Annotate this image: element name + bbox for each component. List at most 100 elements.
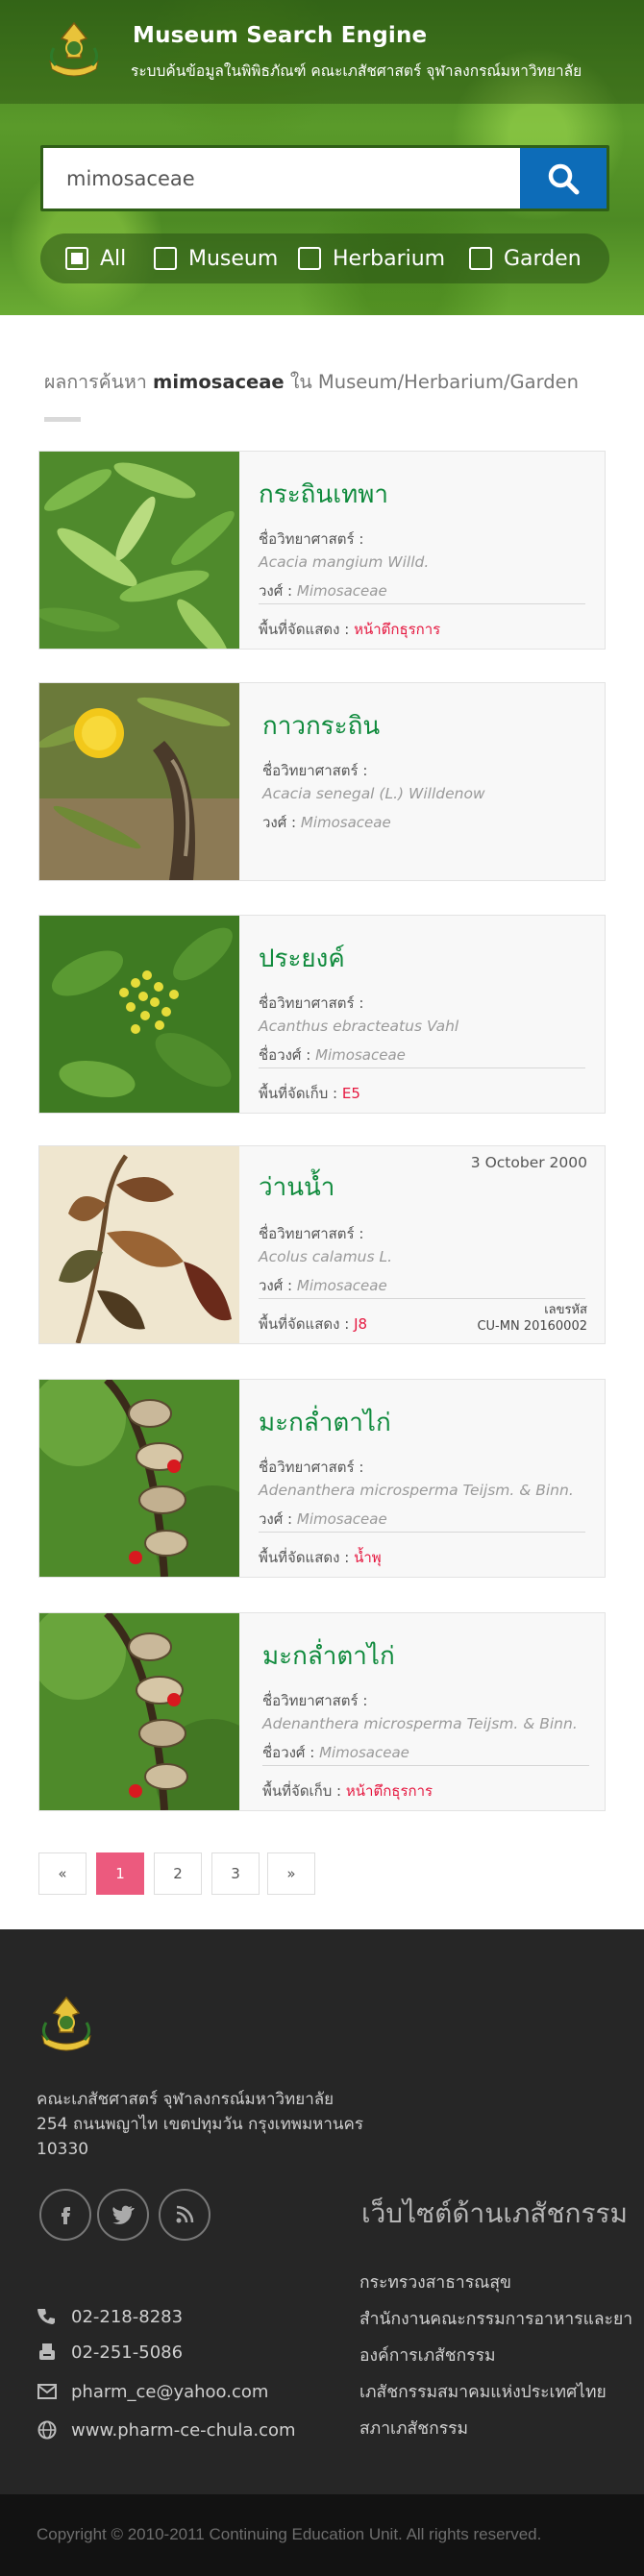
result-card[interactable]: 3 October 2000 ว่านน้ำ ชื่อวิทยาศาสตร์ :… bbox=[38, 1145, 606, 1344]
contact-phone: 02-218-8283 bbox=[37, 2306, 183, 2327]
card-divider bbox=[259, 603, 585, 604]
result-name[interactable]: กาวกระถิน bbox=[262, 706, 380, 746]
sci-name: Acacia mangium Willd. bbox=[259, 553, 430, 571]
family-label: วงศ์ : bbox=[259, 582, 293, 600]
result-name[interactable]: ว่านน้ำ bbox=[259, 1167, 334, 1207]
result-date: 3 October 2000 bbox=[470, 1154, 587, 1171]
location-label: พื้นที่จัดแสดง : bbox=[259, 1549, 350, 1566]
rss-button[interactable] bbox=[159, 2189, 211, 2241]
result-thumbnail[interactable] bbox=[39, 916, 239, 1113]
address-line: 10330 bbox=[37, 2140, 89, 2159]
pagination-next[interactable]: » bbox=[267, 1852, 315, 1895]
footer-link[interactable]: กระทรวงสาธารณสุข bbox=[359, 2269, 511, 2295]
envelope-icon bbox=[37, 2384, 57, 2399]
card-divider bbox=[262, 1765, 589, 1766]
facebook-button[interactable] bbox=[39, 2189, 91, 2241]
result-card[interactable]: กาวกระถิน ชื่อวิทยาศาสตร์ : Acacia seneg… bbox=[38, 682, 606, 881]
card-divider bbox=[259, 1532, 585, 1533]
links-heading: เว็บไซต์ด้านเภสัชกรรม bbox=[361, 2197, 628, 2229]
contact-website-text[interactable]: www.pharm-ce-chula.com bbox=[71, 2420, 296, 2441]
location: พื้นที่จัดแสดง : J8 bbox=[259, 1313, 367, 1336]
filter-all[interactable]: All bbox=[65, 244, 126, 273]
card-divider bbox=[259, 1298, 585, 1299]
location: พื้นที่จัดเก็บ : E5 bbox=[259, 1082, 360, 1105]
location-value: น้ำพุ bbox=[354, 1549, 382, 1566]
filter-museum[interactable]: Museum bbox=[154, 244, 278, 273]
location-label: พื้นที่จัดแสดง : bbox=[259, 1315, 350, 1333]
sci-name-label: ชื่อวิทยาศาสตร์ : bbox=[259, 1225, 364, 1242]
location-label: พื้นที่จัดเก็บ : bbox=[262, 1782, 342, 1800]
specimen-code-label: เลขรหัส bbox=[544, 1303, 587, 1317]
sci-name-label: ชื่อวิทยาศาสตร์ : bbox=[259, 994, 364, 1012]
footer-link[interactable]: องค์การเภสัชกรรม bbox=[359, 2342, 496, 2368]
location: พื้นที่จัดแสดง : น้ำพุ bbox=[259, 1546, 382, 1569]
site-title[interactable]: Museum Search Engine bbox=[133, 23, 427, 48]
result-card[interactable]: มะกล่ำตาไก่ ชื่อวิทยาศาสตร์ : Adenanther… bbox=[38, 1379, 606, 1578]
family-label: วงศ์ : bbox=[259, 1510, 293, 1528]
family-label: วงศ์ : bbox=[259, 1277, 293, 1294]
location-value: J8 bbox=[354, 1315, 368, 1333]
filter-garden-label: Garden bbox=[504, 246, 582, 271]
filter-bar: All Museum Herbarium Garden bbox=[40, 233, 609, 283]
address-line: 254 ถนนพญาไท เขตปทุมวัน กรุงเทพมหานคร bbox=[37, 2115, 364, 2134]
footer-link[interactable]: สำนักงานคณะกรรมการอาหารและยา bbox=[359, 2305, 632, 2332]
family-value: Mimosaceae bbox=[315, 1046, 406, 1064]
result-thumbnail[interactable] bbox=[39, 1380, 239, 1577]
phone-icon bbox=[37, 2309, 55, 2324]
results-heading-prefix: ผลการค้นหา bbox=[44, 371, 147, 393]
pagination-page-2[interactable]: 2 bbox=[154, 1852, 202, 1895]
family-label: ชื่อวงศ์ : bbox=[259, 1046, 311, 1064]
contact-website[interactable]: www.pharm-ce-chula.com bbox=[37, 2419, 296, 2441]
contact-email-text[interactable]: pharm_ce@yahoo.com bbox=[71, 2382, 268, 2402]
faculty-logo[interactable] bbox=[42, 19, 106, 83]
pagination-page-3[interactable]: 3 bbox=[211, 1852, 260, 1895]
specimen-code: เลขรหัส CU-MN 20160002 bbox=[477, 1302, 587, 1335]
result-thumbnail[interactable] bbox=[39, 1146, 239, 1343]
search-button[interactable] bbox=[520, 148, 607, 209]
result-card[interactable]: ประยงค์ ชื่อวิทยาศาสตร์ : Acanthus ebrac… bbox=[38, 915, 606, 1114]
sci-name: Acacia senegal (L.) Willdenow bbox=[262, 785, 485, 802]
twitter-icon bbox=[112, 2205, 135, 2224]
result-thumbnail[interactable] bbox=[39, 1613, 239, 1810]
family-value: Mimosaceae bbox=[296, 582, 387, 600]
result-name[interactable]: ประยงค์ bbox=[259, 939, 345, 978]
location-value: E5 bbox=[341, 1085, 360, 1102]
result-thumbnail[interactable] bbox=[39, 683, 239, 880]
result-name[interactable]: มะกล่ำตาไก่ bbox=[262, 1636, 395, 1676]
sci-name-label: ชื่อวิทยาศาสตร์ : bbox=[262, 762, 368, 779]
location-value: หน้าตึกธุรการ bbox=[345, 1782, 433, 1800]
result-card[interactable]: มะกล่ำตาไก่ ชื่อวิทยาศาสตร์ : Adenanther… bbox=[38, 1612, 606, 1811]
pagination-prev[interactable]: « bbox=[38, 1852, 87, 1895]
footer-link[interactable]: เภสัชกรรมสมาคมแห่งประเทศไทย bbox=[359, 2378, 607, 2405]
result-name[interactable]: มะกล่ำตาไก่ bbox=[259, 1403, 391, 1442]
result-thumbnail[interactable] bbox=[39, 452, 239, 649]
filter-herbarium-checkbox[interactable] bbox=[298, 247, 321, 270]
search-input[interactable] bbox=[43, 148, 524, 209]
contact-email[interactable]: pharm_ce@yahoo.com bbox=[37, 2381, 268, 2402]
results-heading-term: mimosaceae bbox=[153, 371, 285, 393]
twitter-button[interactable] bbox=[97, 2189, 149, 2241]
copyright-text: Copyright © 2010-2011 Continuing Educati… bbox=[37, 2525, 542, 2543]
globe-icon bbox=[37, 2420, 57, 2440]
pagination-page-1[interactable]: 1 bbox=[96, 1852, 144, 1895]
filter-herbarium[interactable]: Herbarium bbox=[298, 244, 445, 273]
sci-name-label: ชื่อวิทยาศาสตร์ : bbox=[262, 1692, 368, 1709]
specimen-code-value: CU-MN 20160002 bbox=[477, 1319, 587, 1334]
filter-all-checkbox[interactable] bbox=[65, 247, 88, 270]
filter-museum-checkbox[interactable] bbox=[154, 247, 177, 270]
footer-link[interactable]: สภาเภสัชกรรม bbox=[359, 2415, 468, 2441]
site-subtitle: ระบบค้นข้อมูลในพิพิธภัณฑ์ คณะเภสัชศาสตร์… bbox=[131, 62, 582, 80]
contact-fax: 02-251-5086 bbox=[37, 2342, 183, 2363]
family: วงศ์ : Mimosaceae bbox=[262, 811, 391, 834]
family: วงศ์ : Mimosaceae bbox=[259, 579, 387, 602]
sci-name: Acanthus ebracteatus Vahl bbox=[259, 1018, 459, 1035]
filter-garden-checkbox[interactable] bbox=[469, 247, 492, 270]
filter-garden[interactable]: Garden bbox=[469, 244, 582, 273]
location: พื้นที่จัดแสดง : หน้าตึกธุรการ bbox=[259, 618, 440, 641]
location-label: พื้นที่จัดเก็บ : bbox=[259, 1085, 338, 1102]
family: วงศ์ : Mimosaceae bbox=[259, 1508, 387, 1531]
contact-phone-text: 02-218-8283 bbox=[71, 2306, 184, 2327]
result-name[interactable]: กระถินเทพา bbox=[259, 475, 388, 514]
family-value: Mimosaceae bbox=[319, 1744, 409, 1761]
result-card[interactable]: กระถินเทพา ชื่อวิทยาศาสตร์ : Acacia mang… bbox=[38, 451, 606, 650]
